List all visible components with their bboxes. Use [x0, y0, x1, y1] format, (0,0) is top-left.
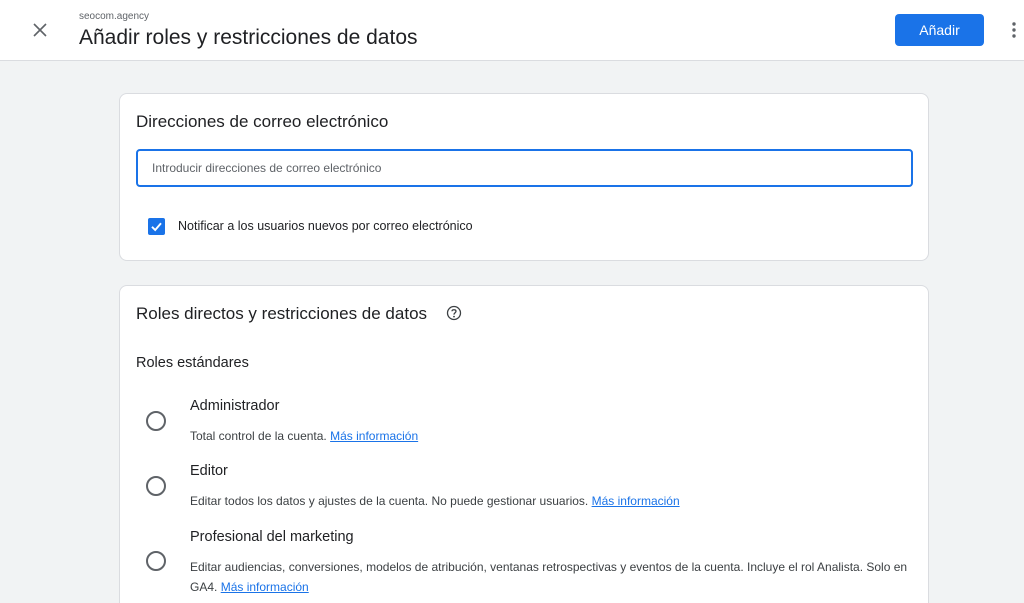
close-icon [33, 23, 47, 37]
role-description: Editar todos los datos y ajustes de la c… [190, 494, 680, 508]
role-description: Total control de la cuenta. Más informac… [190, 429, 419, 443]
help-button[interactable] [446, 305, 462, 321]
email-card-title: Direcciones de correo electrónico [136, 112, 389, 131]
check-icon [151, 222, 162, 232]
role-radio-administrador[interactable] [146, 411, 166, 431]
page-title: Añadir roles y restricciones de datos [79, 26, 418, 49]
more-options-button[interactable] [1004, 18, 1024, 42]
notify-checkbox[interactable] [148, 218, 165, 235]
roles-card-title: Roles directos y restricciones de datos [136, 304, 428, 323]
role-name: Editor [190, 463, 228, 479]
role-radio-editor[interactable] [146, 476, 166, 496]
more-vert-icon [1012, 22, 1016, 38]
role-name: Administrador [190, 398, 280, 414]
role-description: Editar audiencias, conversiones, modelos… [190, 560, 908, 594]
roles-card: Roles directos y restricciones de datos … [119, 285, 929, 603]
standard-roles-label: Roles estándares [136, 355, 249, 371]
more-info-link[interactable]: Más información [592, 494, 680, 508]
close-button[interactable] [28, 18, 52, 42]
role-name: Profesional del marketing [190, 529, 354, 545]
notify-label: Notificar a los usuarios nuevos por corr… [178, 219, 473, 233]
account-name: seocom.agency [79, 11, 150, 22]
email-card: Direcciones de correo electrónico Notifi… [119, 93, 929, 261]
header-bar: seocom.agency Añadir roles y restriccion… [0, 0, 1024, 61]
role-radio-marketing[interactable] [146, 551, 166, 571]
more-info-link[interactable]: Más información [330, 429, 418, 443]
add-button[interactable]: Añadir [895, 14, 984, 46]
more-info-link[interactable]: Más información [221, 580, 309, 594]
email-input[interactable] [136, 149, 913, 187]
help-icon [446, 305, 462, 321]
